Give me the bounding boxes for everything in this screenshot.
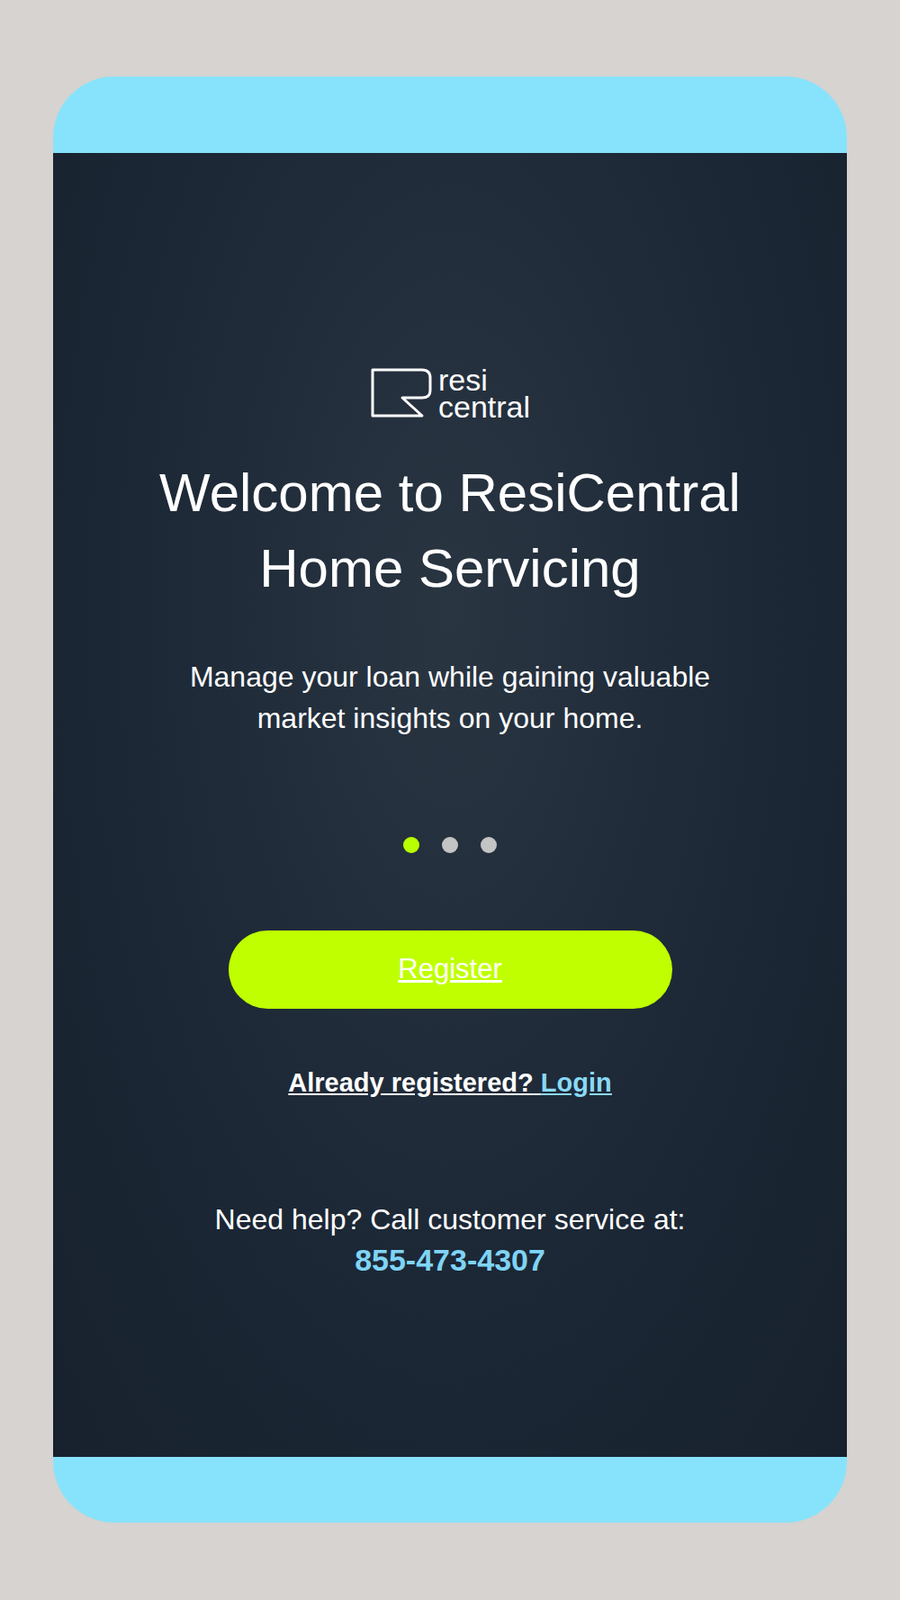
carousel-dot[interactable] <box>441 837 459 854</box>
phone-number[interactable]: 855-473-4307 <box>354 1240 546 1280</box>
help-text: Need help? Call customer service at: <box>215 1198 686 1241</box>
register-button[interactable]: Register <box>228 930 673 1009</box>
bottom-bar <box>53 1457 847 1523</box>
carousel-dot[interactable] <box>480 837 497 854</box>
phone-frame: resicentral Welcome to ResiCentralHome Se… <box>53 76 847 1523</box>
welcome-screen: resicentral Welcome to ResiCentralHome Se… <box>53 153 847 1458</box>
top-bar <box>53 76 847 153</box>
welcome-title: Welcome to ResiCentralHome Servicing <box>159 455 741 607</box>
logo-text: resicentral <box>438 366 531 421</box>
page: resicentral Welcome to ResiCentralHome Se… <box>0 0 900 1600</box>
logo: resicentral <box>369 367 531 419</box>
logo-icon <box>369 367 433 419</box>
carousel-dot[interactable] <box>403 837 420 854</box>
login-link[interactable]: Login <box>540 1068 612 1098</box>
login-prompt: Already registered? Login <box>288 1064 612 1101</box>
welcome-subtitle: Manage your loan while gaining valuablem… <box>189 656 711 739</box>
carousel-dots <box>403 837 497 854</box>
